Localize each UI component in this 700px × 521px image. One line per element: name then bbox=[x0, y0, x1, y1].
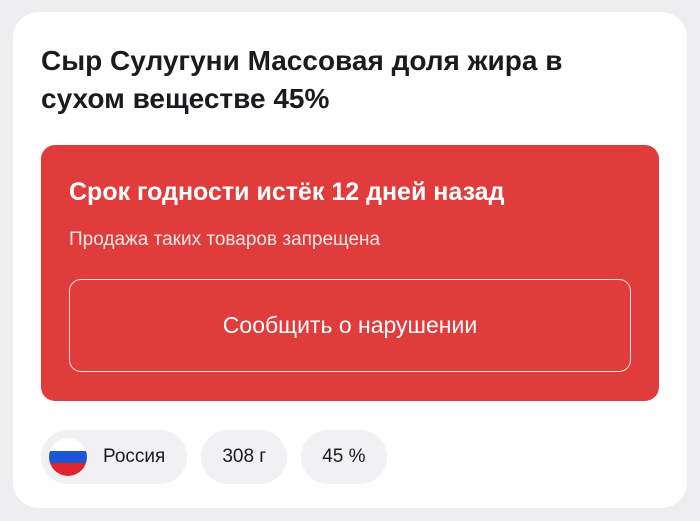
russia-flag-icon bbox=[49, 438, 87, 476]
weight-label: 308 г bbox=[222, 446, 267, 467]
expired-alert: Срок годности истёк 12 дней назад Продаж… bbox=[41, 145, 659, 401]
product-card: Сыр Сулугуни Массовая доля жира в сухом … bbox=[13, 12, 687, 508]
weight-chip: 308 г bbox=[201, 430, 288, 484]
fat-content-label: 45 % bbox=[322, 446, 366, 467]
product-attributes: Россия 308 г 45 % bbox=[41, 430, 387, 484]
fat-content-chip: 45 % bbox=[301, 430, 387, 484]
alert-title: Срок годности истёк 12 дней назад bbox=[69, 178, 505, 206]
alert-subtitle: Продажа таких товаров запрещена bbox=[69, 229, 381, 250]
country-label: Россия bbox=[103, 446, 166, 467]
product-title: Сыр Сулугуни Массовая доля жира в сухом … bbox=[41, 45, 563, 114]
country-chip: Россия bbox=[41, 430, 188, 484]
report-violation-button[interactable]: Сообщить о нарушении bbox=[69, 279, 631, 372]
